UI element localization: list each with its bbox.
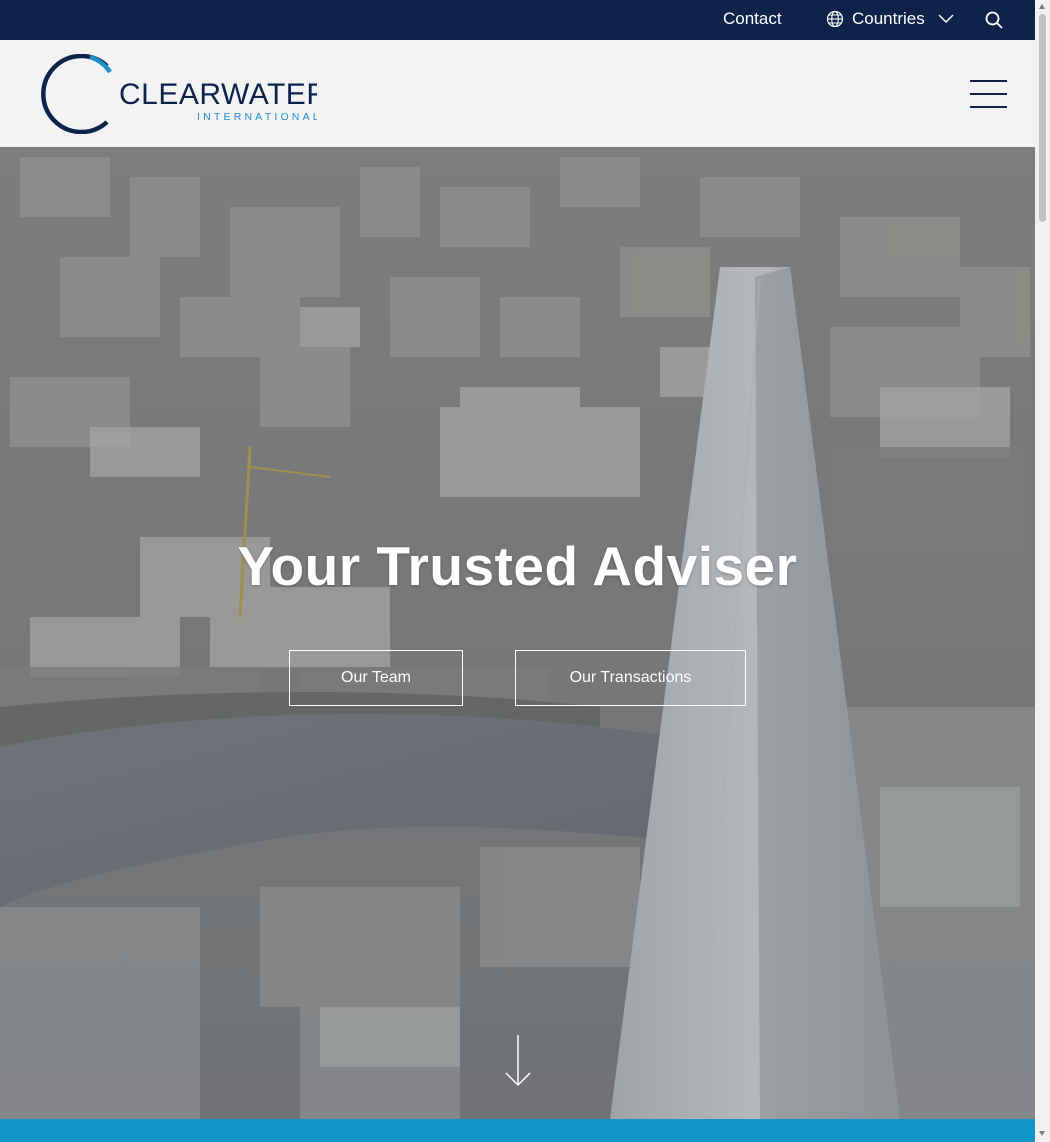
section-band [0, 1119, 1035, 1142]
countries-dropdown[interactable]: Countries [826, 8, 955, 30]
logo-subtext: INTERNATIONAL [197, 111, 317, 123]
hero-section: Your Trusted Adviser Our Team Our Transa… [0, 147, 1035, 1119]
contact-link[interactable]: Contact [723, 9, 782, 29]
scroll-up-arrow[interactable] [1039, 4, 1045, 9]
logo-wordmark: CLEARWATER [119, 78, 317, 111]
arrow-down-icon[interactable] [503, 1033, 533, 1089]
search-icon[interactable] [984, 10, 1004, 30]
countries-label: Countries [852, 9, 925, 28]
site-header: CLEARWATER INTERNATIONAL [0, 40, 1035, 147]
clearwater-logo[interactable]: CLEARWATER INTERNATIONAL [35, 54, 317, 134]
hamburger-menu-icon[interactable] [970, 80, 1007, 108]
utility-bar: Contact Countries [0, 0, 1035, 40]
hero-title: Your Trusted Adviser [237, 535, 798, 597]
our-team-button[interactable]: Our Team [289, 650, 463, 706]
our-transactions-button[interactable]: Our Transactions [515, 650, 746, 706]
scroll-down-arrow[interactable] [1039, 1131, 1045, 1136]
chevron-down-icon [938, 14, 954, 24]
hero-background-image [0, 147, 1035, 1119]
page-scrollbar[interactable] [1035, 0, 1050, 1142]
page: Contact Countries CLEARWATER INTERNATION [0, 0, 1035, 1142]
globe-icon [826, 10, 844, 28]
scrollbar-thumb[interactable] [1039, 14, 1046, 222]
